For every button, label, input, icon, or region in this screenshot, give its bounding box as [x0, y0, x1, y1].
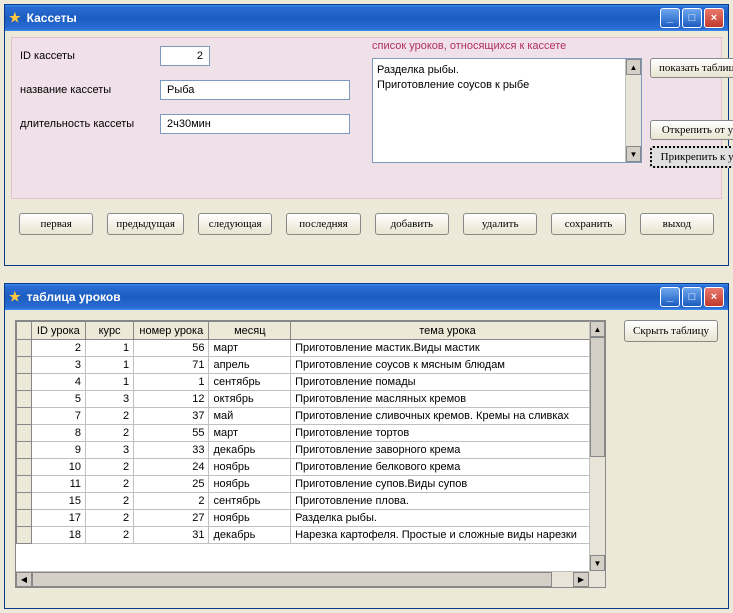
table-row[interactable]: 17227ноябрьРазделка рыбы.	[17, 510, 605, 527]
duration-field[interactable]	[160, 114, 350, 134]
vertical-scrollbar[interactable]: ▲ ▼	[589, 321, 605, 571]
minimize-button[interactable]: _	[660, 287, 680, 307]
scroll-down-icon[interactable]: ▼	[626, 146, 641, 162]
show-table-button[interactable]: показать таблицу уроков	[650, 58, 733, 78]
id-label: ID кассеты	[20, 50, 160, 62]
cassettes-window: ★ Кассеты _ □ × ID кассеты название касс…	[4, 4, 729, 266]
lessons-grid[interactable]: ID урокакурсномер урокамесяцтема урока 2…	[15, 320, 606, 588]
table-row[interactable]: 11225ноябрьПриготовление супов.Виды супо…	[17, 476, 605, 493]
id-field[interactable]	[160, 46, 210, 66]
maximize-button[interactable]: □	[682, 287, 702, 307]
table-row[interactable]: 9333декабрьПриготовление заворного крема	[17, 442, 605, 459]
list-label: список уроков, относящихся к кассете	[372, 40, 566, 52]
detach-button[interactable]: Открепить от урока	[650, 120, 733, 140]
titlebar-1[interactable]: ★ Кассеты _ □ ×	[5, 5, 728, 31]
scroll-thumb[interactable]	[590, 337, 605, 457]
list-item[interactable]: Приготовление соусов к рыбе	[377, 78, 637, 93]
horizontal-scrollbar[interactable]: ◀ ▶	[16, 571, 589, 587]
close-button[interactable]: ×	[704, 287, 724, 307]
minimize-button[interactable]: _	[660, 8, 680, 28]
lessons-listbox[interactable]: Разделка рыбы.Приготовление соусов к рыб…	[372, 58, 642, 163]
table-row[interactable]: 5312октябрьПриготовление масляных кремов	[17, 391, 605, 408]
column-header[interactable]: номер урока	[134, 322, 209, 340]
scroll-corner	[589, 571, 605, 587]
maximize-button[interactable]: □	[682, 8, 702, 28]
nav-button-row: первая предыдущая следующая последняя до…	[5, 205, 728, 243]
column-header[interactable]: курс	[86, 322, 134, 340]
lessons-table-window: ★ таблица уроков _ □ × ID урокакурсномер…	[4, 283, 729, 609]
table-row[interactable]: 10224ноябрьПриготовление белкового крема	[17, 459, 605, 476]
column-header[interactable]: тема урока	[291, 322, 605, 340]
form-panel: ID кассеты название кассеты длительность…	[11, 37, 722, 199]
window-title-2: таблица уроков	[27, 290, 658, 304]
exit-button[interactable]: выход	[640, 213, 714, 235]
next-button[interactable]: следующая	[198, 213, 272, 235]
name-label: название кассеты	[20, 84, 160, 96]
column-header[interactable]: ID урока	[31, 322, 85, 340]
attach-button[interactable]: Прикрепить к уроку	[650, 146, 733, 168]
last-button[interactable]: последняя	[286, 213, 360, 235]
scroll-up-icon[interactable]: ▲	[626, 59, 641, 75]
duration-label: длительность кассеты	[20, 118, 160, 130]
scroll-up-icon[interactable]: ▲	[590, 321, 605, 337]
prev-button[interactable]: предыдущая	[107, 213, 184, 235]
scroll-down-icon[interactable]: ▼	[590, 555, 605, 571]
table-row[interactable]: 1522сентябрьПриготовление плова.	[17, 493, 605, 510]
listbox-scrollbar[interactable]: ▲ ▼	[625, 59, 641, 162]
app-icon: ★	[9, 10, 21, 26]
table-row[interactable]: 411сентябрьПриготовление помады	[17, 374, 605, 391]
delete-button[interactable]: удалить	[463, 213, 537, 235]
save-button[interactable]: сохранить	[551, 213, 625, 235]
table-row[interactable]: 7237майПриготовление сливочных кремов. К…	[17, 408, 605, 425]
table-row[interactable]: 3171апрельПриготовление соусов к мясным …	[17, 357, 605, 374]
scroll-thumb[interactable]	[32, 572, 552, 587]
table-row[interactable]: 18231декабрьНарезка картофеля. Простые и…	[17, 527, 605, 544]
scroll-left-icon[interactable]: ◀	[16, 572, 32, 587]
table-row[interactable]: 8255мартПриготовление тортов	[17, 425, 605, 442]
first-button[interactable]: первая	[19, 213, 93, 235]
name-field[interactable]	[160, 80, 350, 100]
add-button[interactable]: добавить	[375, 213, 449, 235]
close-button[interactable]: ×	[704, 8, 724, 28]
table-row[interactable]: 2156мартПриготовление мастик.Виды мастик	[17, 340, 605, 357]
list-item[interactable]: Разделка рыбы.	[377, 63, 637, 78]
scroll-right-icon[interactable]: ▶	[573, 572, 589, 587]
app-icon: ★	[9, 289, 21, 305]
column-header[interactable]: месяц	[209, 322, 291, 340]
titlebar-2[interactable]: ★ таблица уроков _ □ ×	[5, 284, 728, 310]
window-title-1: Кассеты	[27, 11, 658, 25]
hide-table-button[interactable]: Скрыть таблицу	[624, 320, 718, 342]
